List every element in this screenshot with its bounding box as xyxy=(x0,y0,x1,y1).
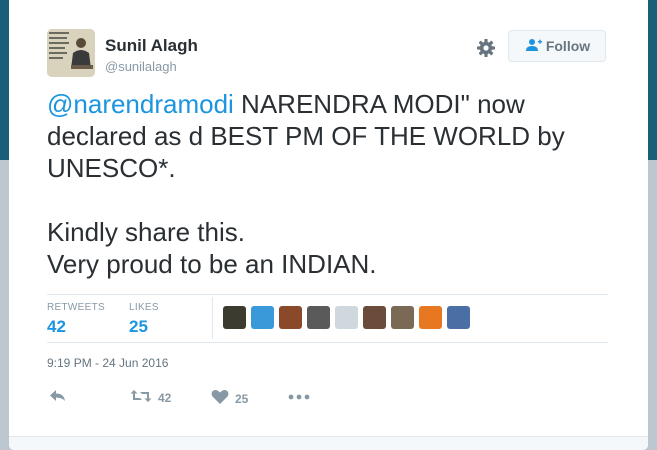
more-icon xyxy=(288,389,310,403)
add-user-icon xyxy=(524,38,542,55)
tweet-timestamp[interactable]: 9:19 PM - 24 Jun 2016 xyxy=(47,356,168,370)
likes-count[interactable]: 25 xyxy=(129,317,148,337)
retweets-count[interactable]: 42 xyxy=(47,317,66,337)
liker-avatar-9[interactable] xyxy=(447,306,470,329)
like-button[interactable]: 25 xyxy=(211,389,248,408)
liker-avatar-2[interactable] xyxy=(251,306,274,329)
user-handle[interactable]: @sunilalagh xyxy=(105,59,177,74)
stats-divider-bottom xyxy=(47,342,608,343)
stats-vertical-divider xyxy=(212,297,213,339)
user-name[interactable]: Sunil Alagh xyxy=(105,36,198,56)
likes-label: LIKES xyxy=(129,302,159,313)
stats-divider-top xyxy=(47,294,608,295)
liker-avatar-8[interactable] xyxy=(419,306,442,329)
heart-icon xyxy=(211,389,229,408)
reply-icon xyxy=(49,389,67,406)
reply-button[interactable] xyxy=(49,389,67,406)
liker-avatar-7[interactable] xyxy=(391,306,414,329)
retweet-icon xyxy=(130,389,152,406)
liker-avatar-6[interactable] xyxy=(363,306,386,329)
retweet-button[interactable]: 42 xyxy=(130,389,171,406)
liker-avatars xyxy=(223,306,470,329)
like-count: 25 xyxy=(235,391,249,406)
avatar-image xyxy=(47,29,95,77)
more-button[interactable] xyxy=(288,389,310,403)
liker-avatar-1[interactable] xyxy=(223,306,246,329)
liker-avatar-3[interactable] xyxy=(279,306,302,329)
reply-box-strip xyxy=(9,436,648,450)
gear-icon[interactable] xyxy=(476,38,496,58)
retweets-label: RETWEETS xyxy=(47,302,105,313)
liker-avatar-5[interactable] xyxy=(335,306,358,329)
retweet-count: 42 xyxy=(158,390,172,405)
tweet-card: Sunil Alagh @sunilalagh Follow @narendra… xyxy=(9,0,648,450)
follow-button[interactable]: Follow xyxy=(508,30,606,62)
liker-avatar-4[interactable] xyxy=(307,306,330,329)
user-avatar[interactable] xyxy=(47,29,95,77)
tweet-text: @narendramodi NARENDRA MODI" now declare… xyxy=(47,88,617,280)
follow-label: Follow xyxy=(545,38,591,54)
mention-link[interactable]: @narendramodi xyxy=(47,89,234,119)
